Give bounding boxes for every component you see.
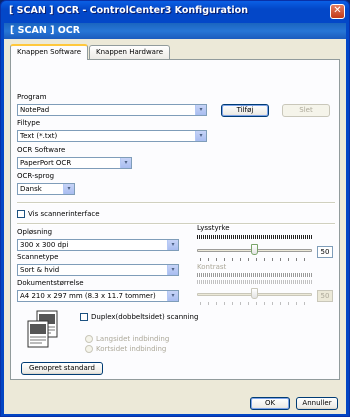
chevron-down-icon: ▾ — [195, 105, 206, 115]
long-edge-radio[interactable] — [85, 335, 93, 343]
window-title: [ SCAN ] OCR - ControlCenter3 Konfigurat… — [9, 5, 248, 16]
scan-type-select[interactable]: Sort & hvid ▾ — [17, 264, 179, 276]
chevron-down-icon: ▾ — [63, 184, 74, 194]
contrast-ticks — [200, 302, 310, 305]
long-edge-label: Langsidet indbinding — [96, 335, 170, 343]
ocr-software-select[interactable]: PaperPort OCR ▾ — [17, 157, 132, 169]
tab-software-button[interactable]: Knappen Software — [10, 44, 89, 60]
ocr-software-label: OCR Software — [17, 146, 66, 154]
config-window: [ SCAN ] OCR - ControlCenter3 Konfigurat… — [0, 0, 350, 417]
add-button[interactable]: Tilføj — [221, 104, 269, 117]
header-title: [ SCAN ] OCR — [4, 23, 346, 39]
brightness-value[interactable]: 50 — [317, 246, 333, 258]
contrast-label: Kontrast — [197, 263, 227, 271]
filetype-select[interactable]: Text (*.txt) ▾ — [17, 130, 207, 142]
chevron-down-icon: ▾ — [167, 291, 178, 301]
contrast-scale-bottom — [197, 280, 312, 284]
ocr-language-value: Dansk — [20, 185, 42, 193]
document-size-value: A4 210 x 297 mm (8.3 x 11.7 tommer) — [20, 292, 156, 300]
brightness-label: Lysstyrke — [197, 224, 230, 232]
program-select[interactable]: NotePad ▾ — [17, 104, 207, 116]
close-button[interactable]: ✕ — [330, 4, 345, 19]
duplex-checkbox[interactable] — [80, 313, 88, 321]
chevron-down-icon: ▾ — [167, 265, 178, 275]
scanner-interface-label: Vis scannerinterface — [28, 210, 100, 218]
contrast-slider-thumb[interactable] — [251, 288, 258, 299]
document-size-select[interactable]: A4 210 x 297 mm (8.3 x 11.7 tommer) ▾ — [17, 290, 179, 302]
title-bar[interactable]: [ SCAN ] OCR - ControlCenter3 Konfigurat… — [1, 1, 349, 23]
short-edge-label: Kortsidet indbinding — [96, 345, 167, 353]
duplex-label: Duplex(dobbeltsidet) scanning — [91, 313, 199, 321]
divider — [17, 202, 335, 204]
ocr-software-value: PaperPort OCR — [20, 159, 72, 167]
resolution-select[interactable]: 300 x 300 dpi ▾ — [17, 239, 179, 251]
chevron-down-icon: ▾ — [195, 131, 206, 141]
short-edge-radio[interactable] — [85, 345, 93, 353]
client-area: [ SCAN ] OCR Knappen Software Knappen Ha… — [4, 23, 346, 414]
cancel-button[interactable]: Annuller — [296, 397, 338, 410]
contrast-scale — [197, 273, 312, 277]
restore-defaults-button[interactable]: Genopret standard — [21, 362, 103, 375]
brightness-ticks — [200, 258, 310, 261]
tab-panel: Program NotePad ▾ Tilføj Slet Filtype Te… — [10, 59, 340, 380]
resolution-label: Opløsning — [17, 228, 53, 236]
filetype-value: Text (*.txt) — [20, 132, 58, 140]
program-label: Program — [17, 93, 47, 101]
chevron-down-icon: ▾ — [120, 158, 131, 168]
delete-button[interactable]: Slet — [282, 104, 330, 117]
duplex-document-icon — [27, 310, 58, 348]
chevron-down-icon: ▾ — [167, 240, 178, 250]
ok-button[interactable]: OK — [250, 397, 290, 410]
filetype-label: Filtype — [17, 119, 41, 127]
scan-type-label: Scannetype — [17, 253, 59, 261]
brightness-slider-thumb[interactable] — [251, 244, 258, 255]
scanner-interface-checkbox[interactable] — [17, 210, 25, 218]
program-value: NotePad — [20, 106, 50, 114]
ocr-language-select[interactable]: Dansk ▾ — [17, 183, 75, 195]
contrast-value[interactable]: 50 — [317, 290, 333, 302]
divider — [17, 223, 335, 225]
tab-strip: Knappen Software Knappen Hardware — [10, 44, 171, 60]
tab-hardware-button[interactable]: Knappen Hardware — [89, 45, 170, 59]
close-icon: ✕ — [333, 5, 342, 16]
resolution-value: 300 x 300 dpi — [20, 241, 69, 249]
scan-type-value: Sort & hvid — [20, 266, 60, 274]
ocr-language-label: OCR-sprog — [17, 172, 55, 180]
brightness-scale — [197, 235, 312, 239]
document-size-label: Dokumentstørrelse — [17, 279, 84, 287]
